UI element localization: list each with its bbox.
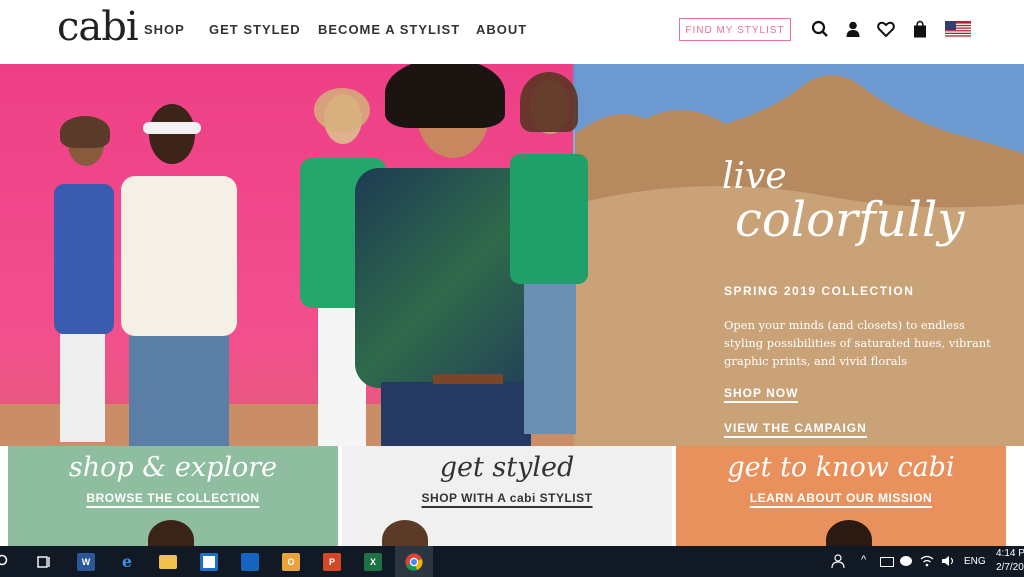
desert-hill-image bbox=[575, 64, 1024, 446]
word-icon[interactable]: W bbox=[77, 553, 95, 571]
promo-model-image bbox=[382, 520, 428, 546]
clock-time[interactable]: 4:14 P bbox=[996, 548, 1024, 559]
learn-mission-link[interactable]: LEARN ABOUT OUR MISSION bbox=[749, 491, 933, 508]
find-my-stylist-button[interactable]: FIND MY STYLIST bbox=[679, 18, 791, 41]
file-explorer-icon[interactable] bbox=[159, 555, 177, 569]
hero-script-colorfully: colorfully bbox=[735, 192, 965, 248]
promo-title: shop & explore bbox=[68, 452, 278, 483]
outlook-icon[interactable]: O bbox=[282, 553, 300, 571]
hero-banner[interactable]: live colorfully SPRING 2019 COLLECTION O… bbox=[0, 64, 1024, 446]
edge-icon[interactable]: e bbox=[118, 553, 136, 571]
nav-about[interactable]: ABOUT bbox=[476, 22, 527, 37]
nav-shop[interactable]: SHOP bbox=[144, 22, 185, 37]
promo-model-image bbox=[826, 520, 872, 546]
nav-become-a-stylist[interactable]: BECOME A STYLIST bbox=[318, 22, 460, 37]
shop-now-link[interactable]: SHOP NOW bbox=[724, 386, 799, 403]
account-icon[interactable] bbox=[844, 20, 862, 38]
people-icon[interactable] bbox=[831, 554, 845, 568]
onedrive-icon[interactable] bbox=[900, 556, 912, 566]
nav-get-styled[interactable]: GET STYLED bbox=[209, 22, 301, 37]
wifi-icon[interactable] bbox=[920, 555, 934, 567]
search-icon[interactable] bbox=[811, 20, 829, 38]
promo-get-to-know-cabi[interactable]: get to know cabi LEARN ABOUT OUR MISSION bbox=[676, 446, 1006, 546]
hero-script-live: live bbox=[722, 156, 787, 197]
promo-shop-explore[interactable]: shop & explore BROWSE THE COLLECTION bbox=[8, 446, 338, 546]
battery-icon[interactable] bbox=[880, 557, 894, 567]
collection-subtitle: SPRING 2019 COLLECTION bbox=[724, 284, 915, 298]
clock-date[interactable]: 2/7/20 bbox=[996, 562, 1024, 573]
chevron-up-icon[interactable]: ^ bbox=[861, 554, 866, 566]
promo-title: get styled bbox=[439, 452, 575, 483]
model-5 bbox=[500, 72, 595, 436]
site-header: cabi SHOP GET STYLED BECOME A STYLIST AB… bbox=[0, 0, 1024, 64]
excel-icon[interactable]: X bbox=[364, 553, 382, 571]
shopping-bag-icon[interactable] bbox=[911, 20, 929, 38]
task-view-icon[interactable] bbox=[35, 553, 53, 571]
shop-with-stylist-link[interactable]: SHOP WITH A cabi STYLIST bbox=[421, 491, 593, 508]
volume-icon[interactable] bbox=[941, 555, 955, 567]
us-flag-icon[interactable] bbox=[945, 21, 971, 38]
promo-title: get to know cabi bbox=[727, 452, 955, 483]
view-campaign-link[interactable]: VIEW THE CAMPAIGN bbox=[724, 421, 867, 438]
defender-icon[interactable] bbox=[241, 553, 259, 571]
hero-description: Open your minds (and closets) to endless… bbox=[724, 318, 991, 368]
wishlist-heart-icon[interactable] bbox=[877, 20, 895, 38]
promo-get-styled[interactable]: get styled SHOP WITH A cabi STYLIST bbox=[342, 446, 672, 546]
promo-model-image bbox=[148, 520, 194, 546]
search-icon[interactable] bbox=[0, 554, 10, 568]
language-indicator[interactable]: ENG bbox=[964, 556, 986, 567]
cabi-logo[interactable]: cabi bbox=[57, 4, 139, 50]
browse-collection-link[interactable]: BROWSE THE COLLECTION bbox=[86, 491, 260, 508]
windows-taskbar: W e O P X ^ ENG 4:14 P 2/7/20 bbox=[0, 546, 1024, 577]
chrome-icon[interactable] bbox=[405, 553, 423, 571]
store-icon[interactable] bbox=[200, 553, 218, 571]
model-1 bbox=[50, 116, 120, 442]
powerpoint-icon[interactable]: P bbox=[323, 553, 341, 571]
model-2 bbox=[115, 104, 245, 446]
